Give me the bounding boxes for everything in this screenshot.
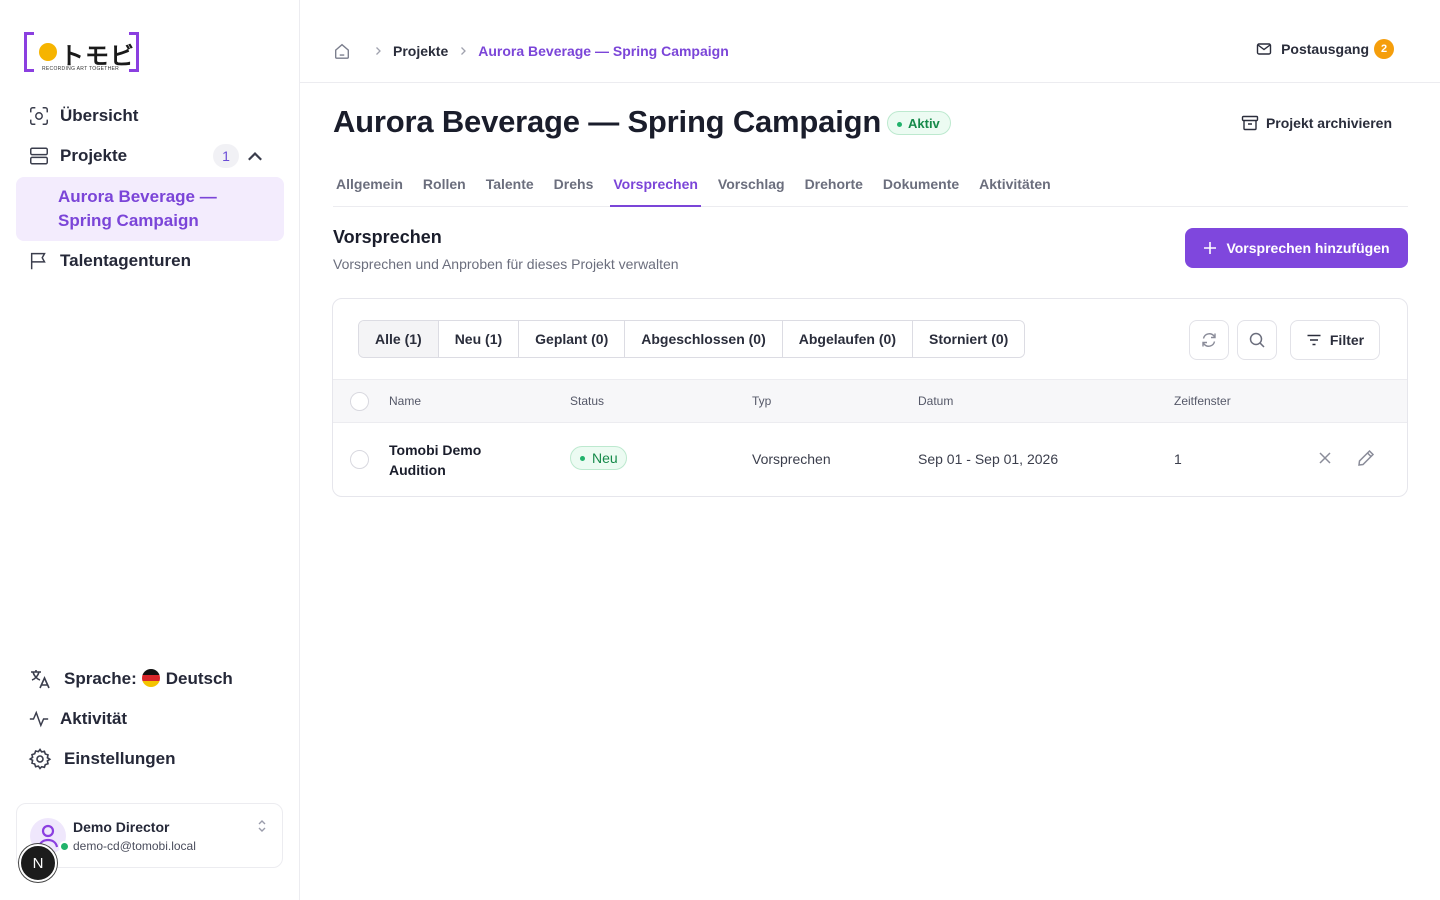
sidebar-item-activity[interactable]: Aktivität [16,699,284,739]
segment-planned[interactable]: Geplant (0) [519,321,626,357]
german-flag-icon [141,669,160,687]
add-audition-label: Vorsprechen hinzufügen [1226,240,1390,256]
segment-all[interactable]: Alle (1) [359,321,439,357]
tab-proposal[interactable]: Vorschlag [715,166,788,207]
tab-locations[interactable]: Drehorte [802,166,866,207]
logo-tagline: RECORDING ART TOGETHER [42,66,120,72]
sidebar-item-overview[interactable]: Übersicht [16,96,284,136]
sidebar-item-label: Übersicht [60,106,139,125]
sidebar-bottom-nav: Sprache: Deutsch Aktivität Einstellungen [16,659,284,779]
chevron-right-icon [461,47,467,55]
sidebar-nav: Übersicht Projekte 1 Aurora Beverage — S… [16,96,284,281]
column-header-status[interactable]: Status [570,394,604,408]
refresh-icon [1202,333,1216,347]
topbar: Projekte Aurora Beverage — Spring Campai… [300,0,1440,83]
sidebar-item-label: Aktivität [60,709,128,728]
select-all-checkbox[interactable] [350,392,369,411]
tab-general[interactable]: Allgemein [333,166,406,207]
home-icon[interactable] [333,42,351,60]
segment-cancelled[interactable]: Storniert (0) [912,321,1025,357]
search-icon [1249,332,1265,348]
translate-icon [31,670,50,689]
status-filter-segments: Alle (1) Neu (1) Geplant (0) Abgeschloss… [358,320,1026,358]
language-label: Sprache: [64,669,137,688]
table-header: Name Status Typ Datum Zeitfenster [333,379,1407,423]
breadcrumb-current-project[interactable]: Aurora Beverage — Spring Campaign [478,43,729,59]
plus-icon [1204,242,1217,254]
sidebar: トモビ RECORDING ART TOGETHER Übersicht Pro… [0,0,300,900]
flag-icon [30,252,46,270]
main-content: Projekte Aurora Beverage — Spring Campai… [300,0,1440,900]
sidebar-item-label: Einstellungen [64,749,176,768]
logo-dot [39,43,57,61]
section-subtitle: Vorsprechen und Anproben für dieses Proj… [333,256,679,272]
gear-icon [28,748,52,770]
logo-bracket-left [24,32,34,72]
chevron-up-icon[interactable] [244,146,266,168]
chevron-right-icon [376,47,381,55]
language-switcher[interactable]: Sprache: Deutsch [16,659,284,699]
segment-expired[interactable]: Abgelaufen (0) [782,321,913,357]
column-header-name[interactable]: Name [389,394,421,408]
sidebar-item-label: Talentagenturen [60,251,191,270]
tab-shoots[interactable]: Drehs [551,166,597,207]
archive-project-label: Projekt archivieren [1265,115,1392,131]
column-header-date[interactable]: Datum [918,394,953,408]
segment-new[interactable]: Neu (1) [438,321,520,357]
page-title: Aurora Beverage — Spring Campaign [333,104,882,139]
sidebar-item-talent-agencies[interactable]: Talentagenturen [16,241,284,281]
close-icon[interactable] [1316,449,1334,467]
activity-icon [29,710,49,728]
table-row[interactable]: Tomobi Demo Audition Neu Vorsprechen Sep… [333,423,1407,496]
outbox-count-badge: 2 [1374,39,1394,59]
search-button[interactable] [1237,320,1277,360]
audition-slots: 1 [1174,451,1182,467]
status-badge: Aktiv [887,111,951,135]
breadcrumb: Projekte Aurora Beverage — Spring Campai… [333,40,729,62]
breadcrumb-projects[interactable]: Projekte [393,43,448,59]
archive-project-button[interactable]: Projekt archivieren [1241,114,1392,132]
filter-button[interactable]: Filter [1290,320,1380,360]
archive-icon [1241,115,1259,131]
sidebar-subitem-active-project[interactable]: Aurora Beverage — Spring Campaign [16,177,284,241]
user-email: demo-cd@tomobi.local [73,839,196,853]
tab-talents[interactable]: Talente [483,166,537,207]
status-badge: Neu [570,446,627,470]
online-status-indicator [59,841,70,852]
tab-documents[interactable]: Dokumente [880,166,962,207]
column-header-slots[interactable]: Zeitfenster [1174,394,1231,408]
add-audition-button[interactable]: Vorsprechen hinzufügen [1185,228,1408,268]
language-value: Deutsch [165,669,233,688]
column-header-type[interactable]: Typ [752,394,771,408]
outbox-button[interactable]: Postausgang 2 [1256,39,1394,59]
tab-roles[interactable]: Rollen [420,166,469,207]
audition-name[interactable]: Tomobi Demo Audition [389,440,519,480]
project-tabs: Allgemein Rollen Talente Drehs Vorsprech… [333,166,1408,207]
filter-icon [1307,334,1321,346]
mail-icon [1256,43,1272,55]
sidebar-item-settings[interactable]: Einstellungen [16,739,284,779]
tab-activities[interactable]: Aktivitäten [976,166,1054,207]
edit-pencil-icon[interactable] [1356,448,1376,468]
chevron-up-down-icon[interactable] [256,818,268,834]
filter-label: Filter [1329,332,1365,348]
sidebar-item-projects[interactable]: Projekte 1 [16,136,284,176]
user-name: Demo Director [73,819,170,835]
logo[interactable]: トモビ RECORDING ART TOGETHER [24,32,139,72]
dev-tools-bubble[interactable]: N [19,844,57,882]
row-checkbox[interactable] [350,450,369,469]
logo-bracket-right [129,32,139,72]
segment-completed[interactable]: Abgeschlossen (0) [625,321,783,357]
outbox-label: Postausgang [1281,41,1369,57]
audition-type: Vorsprechen [752,451,831,467]
projects-count-badge: 1 [213,144,239,168]
stack-icon [30,147,48,165]
tab-auditions[interactable]: Vorsprechen [610,166,701,207]
audition-date: Sep 01 - Sep 01, 2026 [918,451,1059,467]
sidebar-item-label: Projekte [60,146,128,165]
scan-icon [30,107,48,125]
refresh-button[interactable] [1189,320,1229,360]
section-title: Vorsprechen [333,227,442,247]
auditions-card: Alle (1) Neu (1) Geplant (0) Abgeschloss… [332,298,1408,497]
